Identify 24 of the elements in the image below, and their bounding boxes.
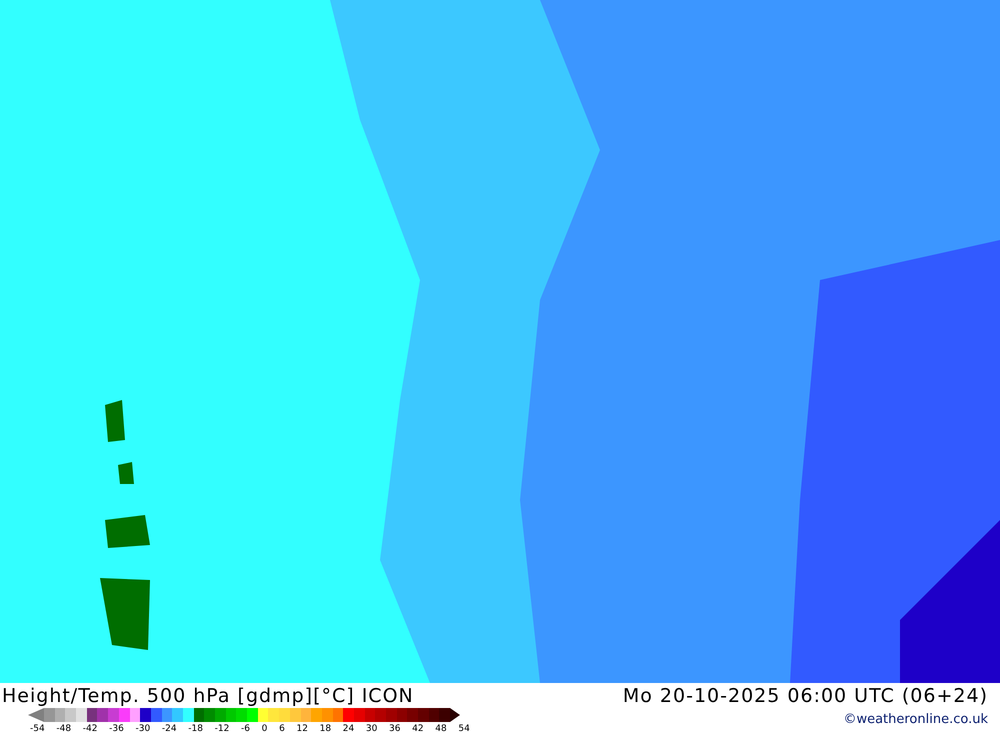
left-arrow-icon (28, 708, 44, 722)
copyright-text: ©weatheronline.co.uk (843, 712, 988, 728)
legend-tick-label: -48 (56, 723, 72, 733)
legend-tick-label: 0 (262, 723, 268, 733)
legend-tick-label: -42 (82, 723, 98, 733)
legend-tick-label: 24 (342, 723, 354, 733)
legend-tick-label: -36 (109, 723, 124, 733)
right-arrow-icon (450, 708, 460, 722)
forecast-datetime: Mo 20-10-2025 06:00 UTC (06+24) (622, 684, 988, 708)
legend-tick-label: 6 (279, 723, 285, 733)
legend-tick-label: 36 (388, 723, 400, 733)
legend-tick-label: 54 (458, 723, 470, 733)
legend-tick-label: -54 (30, 723, 45, 733)
legend-tick-label: -24 (162, 723, 177, 733)
legend-tick-label: -30 (136, 723, 150, 733)
legend-tick-label: 48 (435, 723, 447, 733)
legend-tick-label: 30 (366, 723, 378, 733)
legend-tick-label: 18 (320, 723, 332, 733)
legend-tick-label: -6 (241, 723, 250, 733)
map-title: Height/Temp. 500 hPa [gdmp][°C] ICON (2, 684, 414, 708)
legend-tick-label: -18 (188, 723, 203, 733)
legend-tick-label: 12 (296, 723, 308, 733)
legend-tick-label: -12 (214, 723, 230, 733)
legend-tick-label: 42 (412, 723, 424, 733)
